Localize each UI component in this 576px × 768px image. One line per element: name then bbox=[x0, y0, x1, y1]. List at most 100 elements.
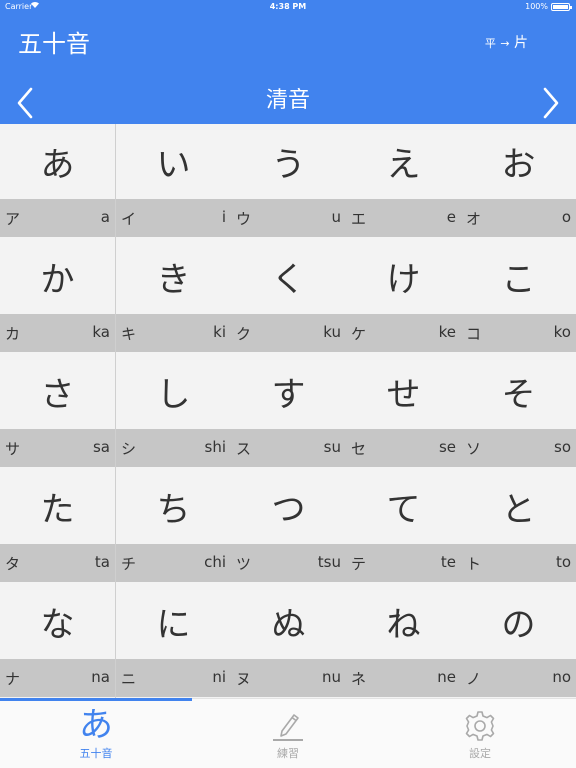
status-time: 4:38 PM bbox=[269, 2, 307, 11]
kana-info-band: ト to bbox=[461, 544, 576, 582]
kana-cell[interactable]: なナ na bbox=[0, 584, 115, 699]
tab-label: 五十音 bbox=[79, 747, 113, 760]
kana-info-band: ナ na bbox=[0, 659, 115, 697]
toggle-to-label: 片 bbox=[514, 35, 528, 51]
romaji-label: no bbox=[552, 668, 571, 686]
kana-cell[interactable]: かカ ka bbox=[0, 239, 115, 354]
tab-bar: あ 五十音 練習 設定 bbox=[0, 698, 576, 768]
katakana-char: イ bbox=[121, 210, 137, 228]
hiragana-char: つ bbox=[271, 490, 306, 530]
romaji-label: tsu bbox=[317, 553, 341, 571]
katakana-char: コ bbox=[466, 325, 482, 343]
katakana-char: ケ bbox=[351, 325, 367, 343]
katakana-char: ノ bbox=[466, 670, 482, 688]
hiragana-char: ち bbox=[156, 490, 191, 530]
romaji-label: ta bbox=[94, 553, 110, 571]
kana-info-band: ケ ke bbox=[346, 314, 461, 352]
kana-info-band: セ se bbox=[346, 429, 461, 467]
chevron-right-icon[interactable] bbox=[536, 86, 566, 120]
romaji-label: te bbox=[440, 553, 456, 571]
hiragana-char: に bbox=[156, 605, 191, 645]
hiragana-char: こ bbox=[501, 260, 536, 300]
tab-settings[interactable]: 設定 bbox=[384, 703, 576, 767]
kana-info-band: テ te bbox=[346, 544, 461, 582]
tab-gojuon[interactable]: あ 五十音 bbox=[0, 703, 192, 767]
romaji-label: ko bbox=[553, 323, 571, 341]
kana-cell[interactable]: さサ sa bbox=[0, 354, 115, 469]
kana-cell[interactable]: けケ ke bbox=[346, 239, 461, 354]
katakana-char: サ bbox=[5, 440, 21, 458]
kana-cell[interactable]: てテ te bbox=[346, 469, 461, 584]
kana-info-band: ヌ nu bbox=[231, 659, 346, 697]
katakana-char: ナ bbox=[5, 670, 21, 688]
katakana-char: セ bbox=[351, 440, 367, 458]
kana-cell[interactable]: たタ ta bbox=[0, 469, 115, 584]
kana-toggle-button[interactable]: 平 → 片 bbox=[485, 33, 528, 54]
kana-cell[interactable]: せセ se bbox=[346, 354, 461, 469]
romaji-label: ku bbox=[323, 323, 341, 341]
toggle-from-label: 平 bbox=[484, 37, 496, 50]
battery-icon bbox=[551, 3, 572, 11]
hiragana-char: あ bbox=[40, 145, 75, 185]
hiragana-char: す bbox=[271, 375, 306, 415]
kana-cell[interactable]: おオ o bbox=[461, 124, 576, 239]
romaji-label: to bbox=[555, 553, 571, 571]
hiragana-a-icon: あ bbox=[79, 705, 113, 745]
kana-cell[interactable]: ねネ ne bbox=[346, 584, 461, 699]
kana-cell[interactable]: えエe bbox=[346, 124, 461, 239]
romaji-label: su bbox=[323, 438, 341, 456]
kana-cell[interactable]: こコ ko bbox=[461, 239, 576, 354]
kana-info-band: タ ta bbox=[0, 544, 115, 582]
kana-cell[interactable]: つツ tsu bbox=[231, 469, 346, 584]
kana-cell[interactable]: しシ shi bbox=[116, 354, 231, 469]
kana-cell[interactable]: のノ no bbox=[461, 584, 576, 699]
romaji-label: o bbox=[561, 208, 571, 226]
romaji-label: na bbox=[91, 668, 110, 686]
hiragana-char: た bbox=[40, 490, 75, 530]
kana-cell[interactable]: ちチ chi bbox=[116, 469, 231, 584]
kana-info-band: キ ki bbox=[116, 314, 231, 352]
romaji-label: so bbox=[554, 438, 571, 456]
hiragana-char: え bbox=[386, 145, 421, 185]
kana-info-band: コ ko bbox=[461, 314, 576, 352]
katakana-char: シ bbox=[121, 440, 137, 458]
kana-info-band: シ shi bbox=[116, 429, 231, 467]
kana-cell[interactable]: とト to bbox=[461, 469, 576, 584]
hiragana-char: の bbox=[501, 605, 536, 645]
romaji-label: ke bbox=[438, 323, 456, 341]
hiragana-char: う bbox=[271, 145, 306, 185]
kana-cell[interactable]: あアa bbox=[0, 124, 115, 239]
kana-cell[interactable]: うウu bbox=[231, 124, 346, 239]
section-nav: 清音 bbox=[0, 78, 576, 124]
romaji-label: sa bbox=[92, 438, 110, 456]
tab-selection-indicator bbox=[0, 698, 192, 701]
kana-info-band: ノ no bbox=[461, 659, 576, 697]
hiragana-char: さ bbox=[40, 375, 75, 415]
katakana-char: カ bbox=[5, 325, 21, 343]
hiragana-char: と bbox=[501, 490, 536, 530]
hiragana-char: し bbox=[156, 375, 191, 415]
kana-cell[interactable]: ぬヌ nu bbox=[231, 584, 346, 699]
kana-cell[interactable]: くク ku bbox=[231, 239, 346, 354]
kana-info-band: ソ so bbox=[461, 429, 576, 467]
tab-practice[interactable]: 練習 bbox=[192, 703, 384, 767]
hiragana-char: け bbox=[386, 260, 421, 300]
romaji-label: i bbox=[221, 208, 226, 226]
kana-cell[interactable]: すス su bbox=[231, 354, 346, 469]
kana-cell[interactable]: いイi bbox=[116, 124, 231, 239]
katakana-char: ニ bbox=[121, 670, 137, 688]
kana-cell[interactable]: きキ ki bbox=[116, 239, 231, 354]
kana-info-band: カ ka bbox=[0, 314, 115, 352]
katakana-char: ス bbox=[236, 440, 252, 458]
kana-info-band: サ sa bbox=[0, 429, 115, 467]
kana-cell[interactable]: にニ ni bbox=[116, 584, 231, 699]
romaji-label: se bbox=[438, 438, 456, 456]
hiragana-char: お bbox=[501, 145, 536, 185]
kana-info-band: アa bbox=[0, 199, 115, 237]
kana-info-band: ス su bbox=[231, 429, 346, 467]
hiragana-char: く bbox=[271, 260, 306, 300]
kana-cell[interactable]: そソ so bbox=[461, 354, 576, 469]
romaji-label: ki bbox=[213, 323, 226, 341]
kana-info-band: ニ ni bbox=[116, 659, 231, 697]
katakana-char: オ bbox=[466, 210, 482, 228]
